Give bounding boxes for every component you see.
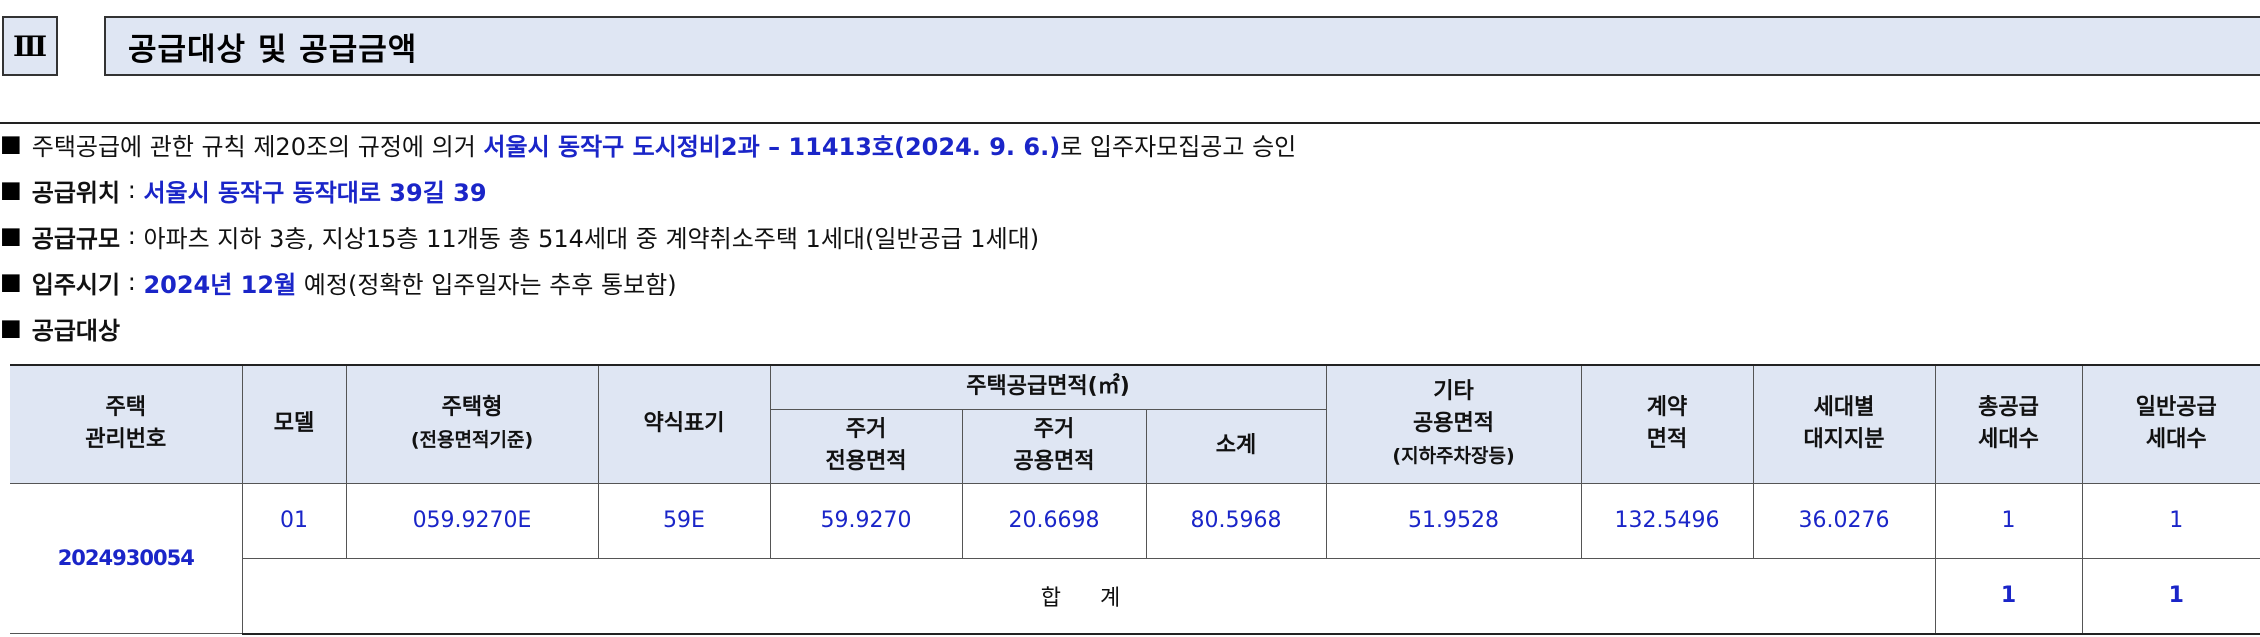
move-in-label: 입주시기: [31, 270, 121, 299]
location-sep: :: [127, 176, 136, 204]
square-bullet-icon: ■: [0, 177, 22, 203]
cell-other-common-area: 51.9528: [1325, 482, 1582, 559]
bullet-approval: ■ 주택공급에 관한 규칙 제20조의 규정에 의거 서울시 동작구 도시정비2…: [0, 122, 1296, 166]
move-in-sep: :: [127, 268, 136, 296]
scale-label: 공급규모: [31, 224, 121, 253]
cell-subtotal: 80.5968: [1145, 482, 1327, 559]
cell-common-area: 20.6698: [961, 482, 1147, 559]
header-total-units: 총공급 세대수: [1934, 364, 2083, 484]
bullet-location: ■ 공급위치 : 서울시 동작구 동작대로 39길 39: [0, 168, 487, 212]
header-house-type: 주택형 (전용면적기준): [345, 364, 599, 484]
square-bullet-icon: ■: [0, 131, 22, 157]
move-in-suffix: 예정(정확한 입주일자는 추후 통보함): [303, 270, 677, 299]
bullet-move-in: ■ 입주시기 : 2024년 12월 예정(정확한 입주일자는 추후 통보함): [0, 260, 677, 304]
scale-value: 아파츠 지하 3층, 지상15층 11개동 총 514세대 중 계약취소주택 1…: [143, 224, 1040, 253]
bullet-target: ■ 공급대상: [0, 306, 120, 350]
total-total-units: 1: [1934, 557, 2083, 635]
section-header: Ⅲ 공급대상 및 공급금액: [0, 16, 2260, 78]
target-label: 공급대상: [31, 316, 121, 345]
cell-abbreviation: 59E: [597, 482, 771, 559]
header-model: 모델: [241, 364, 347, 484]
approval-suffix: 로 입주자모집공고 승인: [1060, 132, 1297, 161]
section-title: 공급대상 및 공급금액: [104, 16, 2260, 76]
cell-land-share: 36.0276: [1752, 482, 1936, 559]
square-bullet-icon: ■: [0, 315, 22, 341]
supply-table-wrapper: 주택 관리번호 모델 주택형 (전용면적기준) 약식표기 주택공급면적(㎡) 기…: [10, 364, 2260, 635]
cell-private-area: 59.9270: [769, 482, 963, 559]
header-other-common-area: 기타 공용면적 (지하주차장등): [1325, 364, 1582, 484]
header-private-area: 주거 전용면적: [770, 408, 963, 484]
header-land-share: 세대별 대지지분: [1752, 364, 1936, 484]
scale-sep: :: [127, 222, 136, 250]
move-in-date: 2024년 12월: [143, 270, 297, 299]
header-common-area: 주거 공용면적: [961, 408, 1147, 484]
total-general-units: 1: [2081, 557, 2260, 635]
table-row: 2024930054 01 059.9270E 59E 59.9270 20.6…: [10, 482, 2260, 634]
header-contract-area: 계약 면적: [1580, 364, 1754, 484]
cell-house-no: 2024930054: [10, 482, 243, 634]
total-row: 합 계 1 1: [10, 557, 2260, 635]
total-label: 합 계: [242, 557, 1936, 635]
location-label: 공급위치: [31, 178, 121, 207]
header-subtotal: 소계: [1145, 408, 1327, 484]
cell-general-units: 1: [2081, 482, 2260, 559]
square-bullet-icon: ■: [0, 223, 22, 249]
cell-total-units: 1: [1934, 482, 2083, 559]
header-abbreviation: 약식표기: [597, 364, 771, 484]
square-bullet-icon: ■: [0, 269, 22, 295]
bullet-scale: ■ 공급규모 : 아파츠 지하 3층, 지상15층 11개동 총 514세대 중…: [0, 214, 1039, 258]
approval-number: 서울시 동작구 도시정비2과 – 11413호(2024. 9. 6.): [483, 132, 1061, 161]
location-value: 서울시 동작구 동작대로 39길 39: [143, 178, 487, 207]
header-house-no: 주택 관리번호: [10, 364, 243, 484]
cell-model: 01: [241, 482, 347, 559]
cell-house-type: 059.9270E: [345, 482, 599, 559]
supply-table: 주택 관리번호 모델 주택형 (전용면적기준) 약식표기 주택공급면적(㎡) 기…: [10, 364, 2260, 635]
approval-prefix: 주택공급에 관한 규칙 제20조의 규정에 의거: [31, 132, 476, 161]
header-general-units: 일반공급 세대수: [2081, 364, 2260, 484]
section-number: Ⅲ: [2, 16, 58, 76]
cell-contract-area: 132.5496: [1580, 482, 1754, 559]
header-supply-area-group: 주택공급면적(㎡): [769, 364, 1327, 410]
